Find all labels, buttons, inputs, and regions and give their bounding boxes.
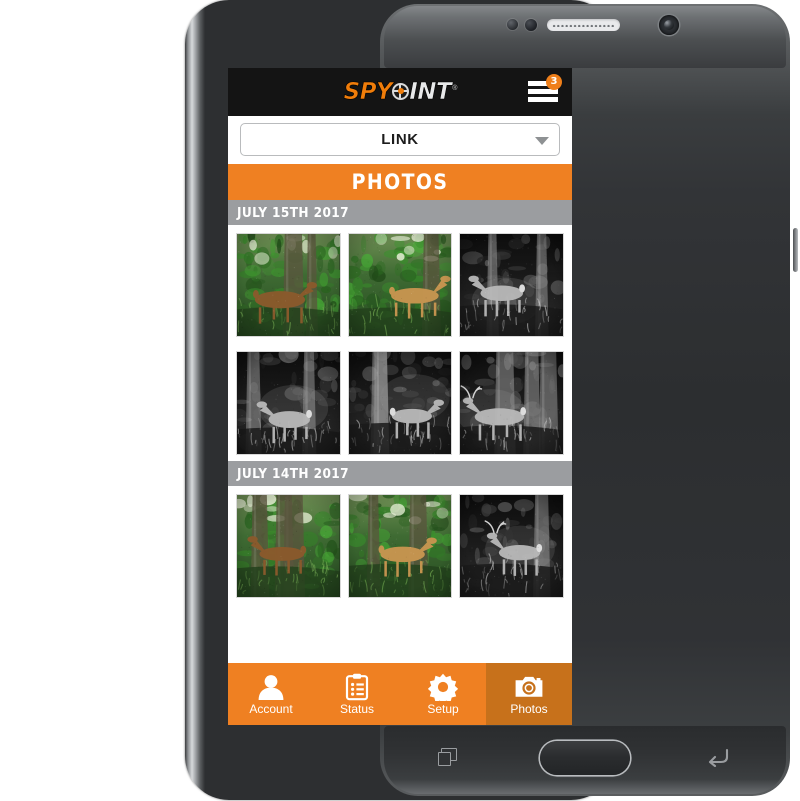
- screenshot-stage: SPY INT ® 3 LINK: [0, 0, 800, 800]
- page-title: PHOTOS: [228, 164, 572, 200]
- tab-label: Account: [249, 703, 292, 715]
- photo-feed[interactable]: JULY 15TH 2017 JULY 14TH 2017: [228, 200, 572, 604]
- logo-text-spy: SPY: [344, 81, 393, 104]
- tab-setup[interactable]: Setup: [400, 663, 486, 725]
- tab-account[interactable]: Account: [228, 663, 314, 725]
- date-header: JULY 14TH 2017: [228, 461, 572, 486]
- photo-thumbnail[interactable]: [348, 351, 453, 455]
- phone-top-bezel: [384, 6, 786, 68]
- logo-trademark: ®: [452, 85, 457, 92]
- person-icon: [256, 673, 286, 701]
- photo-row: [228, 486, 572, 604]
- camera-select-value: LINK: [381, 131, 418, 148]
- camera-icon: [514, 673, 544, 701]
- camera-select-container: LINK: [228, 116, 572, 164]
- tab-status[interactable]: Status: [314, 663, 400, 725]
- light-sensor-icon: [525, 19, 537, 31]
- photo-row: [228, 343, 572, 461]
- tab-label: Photos: [510, 703, 547, 715]
- phone-screen: SPY INT ® 3 LINK: [228, 68, 572, 725]
- photo-thumbnail[interactable]: [459, 494, 564, 598]
- photo-thumbnail[interactable]: [348, 494, 453, 598]
- photo-thumbnail[interactable]: [236, 494, 341, 598]
- chevron-down-icon: [535, 137, 549, 145]
- hamburger-menu-icon[interactable]: 3: [528, 79, 558, 105]
- date-header: JULY 15TH 2017: [228, 200, 572, 225]
- clipboard-icon: [342, 673, 372, 701]
- bottom-tab-bar: Account Status Setup Photos: [228, 663, 572, 725]
- photo-thumbnail[interactable]: [236, 351, 341, 455]
- photo-row: [228, 225, 572, 343]
- speaker-grille-icon: [547, 19, 620, 31]
- home-button[interactable]: [540, 741, 630, 775]
- crosshair-target-icon: [392, 83, 409, 100]
- photo-thumbnail[interactable]: [236, 233, 341, 337]
- front-camera-icon: [659, 15, 679, 35]
- proximity-sensor-icon: [507, 19, 518, 30]
- tab-label: Status: [340, 703, 374, 715]
- camera-select-dropdown[interactable]: LINK: [240, 123, 560, 156]
- power-button[interactable]: [793, 228, 798, 272]
- gear-icon: [428, 673, 458, 701]
- photo-thumbnail[interactable]: [459, 351, 564, 455]
- app-header: SPY INT ® 3: [228, 68, 572, 116]
- logo-text-point: INT: [409, 81, 451, 104]
- back-button[interactable]: [706, 747, 730, 767]
- tab-photos[interactable]: Photos: [486, 663, 572, 725]
- recents-icon-front-square: [438, 752, 451, 766]
- tab-label: Setup: [427, 703, 458, 715]
- spypoint-logo: SPY INT ®: [344, 81, 457, 104]
- recents-button[interactable]: [438, 748, 457, 767]
- photo-thumbnail[interactable]: [348, 233, 453, 337]
- menu-bar: [528, 97, 558, 102]
- menu-notification-badge: 3: [546, 74, 562, 90]
- photo-thumbnail[interactable]: [459, 233, 564, 337]
